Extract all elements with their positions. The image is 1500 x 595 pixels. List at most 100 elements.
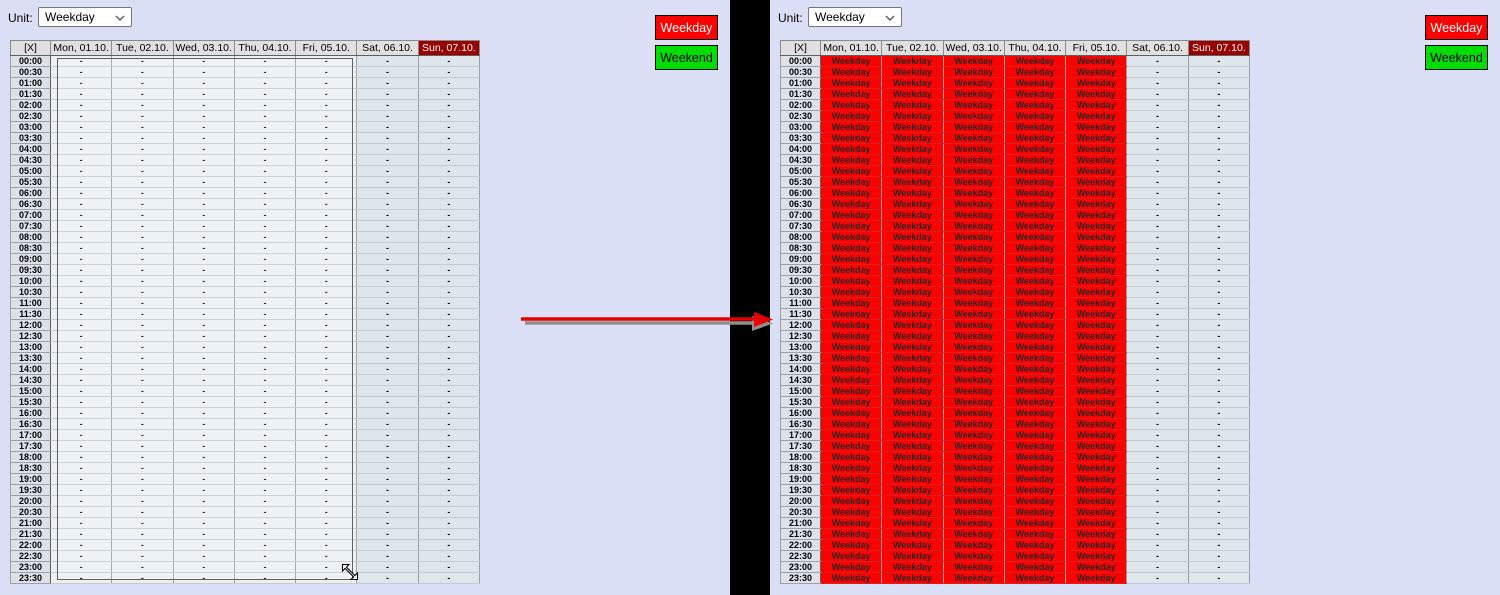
- schedule-cell[interactable]: -: [172, 517, 235, 529]
- schedule-cell[interactable]: -: [295, 110, 358, 122]
- schedule-cell[interactable]: -: [295, 132, 358, 144]
- weekday-legend-button[interactable]: Weekday: [655, 15, 718, 40]
- schedule-cell[interactable]: Weekday: [1065, 55, 1128, 67]
- schedule-cell[interactable]: Weekday: [819, 297, 883, 309]
- schedule-cell[interactable]: -: [49, 209, 113, 221]
- schedule-cell[interactable]: -: [111, 308, 174, 320]
- schedule-cell[interactable]: Weekday: [942, 209, 1005, 221]
- schedule-cell[interactable]: Weekday: [819, 462, 883, 474]
- schedule-cell[interactable]: Weekday: [942, 77, 1005, 89]
- schedule-cell[interactable]: -: [1126, 132, 1189, 144]
- schedule-cell[interactable]: Weekday: [819, 242, 883, 254]
- schedule-cell[interactable]: -: [49, 407, 113, 419]
- schedule-cell[interactable]: -: [417, 462, 481, 474]
- schedule-cell[interactable]: -: [233, 396, 297, 408]
- schedule-cell[interactable]: -: [1126, 330, 1189, 342]
- schedule-cell[interactable]: -: [111, 253, 174, 265]
- schedule-cell[interactable]: -: [417, 319, 481, 331]
- schedule-cell[interactable]: -: [417, 517, 481, 529]
- schedule-cell[interactable]: -: [233, 330, 297, 342]
- schedule-cell[interactable]: Weekday: [942, 132, 1005, 144]
- schedule-cell[interactable]: -: [295, 121, 358, 133]
- schedule-cell[interactable]: -: [417, 121, 481, 133]
- schedule-cell[interactable]: Weekday: [1065, 352, 1128, 364]
- schedule-cell[interactable]: Weekday: [819, 165, 883, 177]
- schedule-cell[interactable]: Weekday: [1003, 418, 1067, 430]
- schedule-cell[interactable]: -: [1187, 528, 1251, 540]
- schedule-cell[interactable]: -: [111, 341, 174, 353]
- schedule-cell[interactable]: -: [233, 407, 297, 419]
- schedule-cell[interactable]: -: [111, 363, 174, 375]
- schedule-cell[interactable]: -: [1187, 495, 1251, 507]
- schedule-cell[interactable]: -: [1126, 308, 1189, 320]
- schedule-cell[interactable]: Weekday: [1003, 77, 1067, 89]
- schedule-cell[interactable]: Weekday: [1003, 495, 1067, 507]
- schedule-cell[interactable]: -: [111, 429, 174, 441]
- schedule-cell[interactable]: -: [172, 374, 235, 386]
- schedule-cell[interactable]: Weekday: [881, 308, 944, 320]
- schedule-cell[interactable]: -: [172, 440, 235, 452]
- schedule-cell[interactable]: Weekday: [819, 550, 883, 562]
- schedule-cell[interactable]: -: [233, 440, 297, 452]
- schedule-cell[interactable]: Weekday: [942, 539, 1005, 551]
- schedule-cell[interactable]: -: [233, 539, 297, 551]
- schedule-cell[interactable]: Weekday: [942, 352, 1005, 364]
- schedule-cell[interactable]: Weekday: [1065, 198, 1128, 210]
- schedule-cell[interactable]: Weekday: [819, 88, 883, 100]
- schedule-cell[interactable]: -: [356, 253, 419, 265]
- schedule-cell[interactable]: -: [111, 176, 174, 188]
- schedule-cell[interactable]: -: [295, 66, 358, 78]
- schedule-cell[interactable]: -: [49, 121, 113, 133]
- schedule-cell[interactable]: -: [1126, 396, 1189, 408]
- schedule-cell[interactable]: Weekday: [881, 209, 944, 221]
- schedule-cell[interactable]: Weekday: [1065, 363, 1128, 375]
- schedule-cell[interactable]: Weekday: [1065, 275, 1128, 287]
- schedule-cell[interactable]: Weekday: [1065, 407, 1128, 419]
- schedule-cell[interactable]: -: [417, 286, 481, 298]
- schedule-cell[interactable]: -: [233, 209, 297, 221]
- schedule-cell[interactable]: -: [233, 55, 297, 67]
- schedule-cell[interactable]: -: [49, 143, 113, 155]
- schedule-cell[interactable]: Weekday: [1003, 561, 1067, 573]
- schedule-cell[interactable]: -: [233, 110, 297, 122]
- schedule-cell[interactable]: -: [233, 99, 297, 111]
- schedule-cell[interactable]: -: [49, 165, 113, 177]
- schedule-cell[interactable]: -: [356, 517, 419, 529]
- schedule-cell[interactable]: Weekday: [819, 396, 883, 408]
- schedule-cell[interactable]: Weekday: [819, 286, 883, 298]
- schedule-cell[interactable]: -: [295, 440, 358, 452]
- schedule-cell[interactable]: -: [356, 330, 419, 342]
- schedule-cell[interactable]: -: [49, 330, 113, 342]
- schedule-cell[interactable]: -: [1187, 242, 1251, 254]
- schedule-cell[interactable]: -: [1187, 165, 1251, 177]
- schedule-cell[interactable]: -: [1126, 440, 1189, 452]
- schedule-cell[interactable]: -: [1187, 363, 1251, 375]
- schedule-cell[interactable]: -: [1187, 418, 1251, 430]
- schedule-cell[interactable]: -: [417, 165, 481, 177]
- schedule-cell[interactable]: -: [1187, 429, 1251, 441]
- schedule-cell[interactable]: Weekday: [1003, 550, 1067, 562]
- schedule-cell[interactable]: -: [233, 572, 297, 584]
- schedule-cell[interactable]: -: [233, 484, 297, 496]
- schedule-cell[interactable]: -: [417, 506, 481, 518]
- schedule-cell[interactable]: -: [1187, 132, 1251, 144]
- schedule-cell[interactable]: -: [356, 506, 419, 518]
- schedule-cell[interactable]: -: [233, 550, 297, 562]
- schedule-cell[interactable]: -: [49, 55, 113, 67]
- schedule-cell[interactable]: -: [172, 165, 235, 177]
- schedule-cell[interactable]: -: [1187, 451, 1251, 463]
- schedule-cell[interactable]: -: [356, 143, 419, 155]
- schedule-cell[interactable]: -: [172, 528, 235, 540]
- schedule-cell[interactable]: -: [1187, 473, 1251, 485]
- schedule-cell[interactable]: -: [417, 539, 481, 551]
- schedule-cell[interactable]: Weekday: [942, 198, 1005, 210]
- schedule-cell[interactable]: -: [172, 484, 235, 496]
- schedule-cell[interactable]: -: [1187, 572, 1251, 584]
- schedule-cell[interactable]: -: [111, 462, 174, 474]
- schedule-cell[interactable]: -: [233, 429, 297, 441]
- schedule-cell[interactable]: -: [172, 275, 235, 287]
- schedule-cell[interactable]: -: [417, 440, 481, 452]
- schedule-cell[interactable]: -: [295, 88, 358, 100]
- schedule-cell[interactable]: Weekday: [1065, 319, 1128, 331]
- schedule-cell[interactable]: Weekday: [881, 154, 944, 166]
